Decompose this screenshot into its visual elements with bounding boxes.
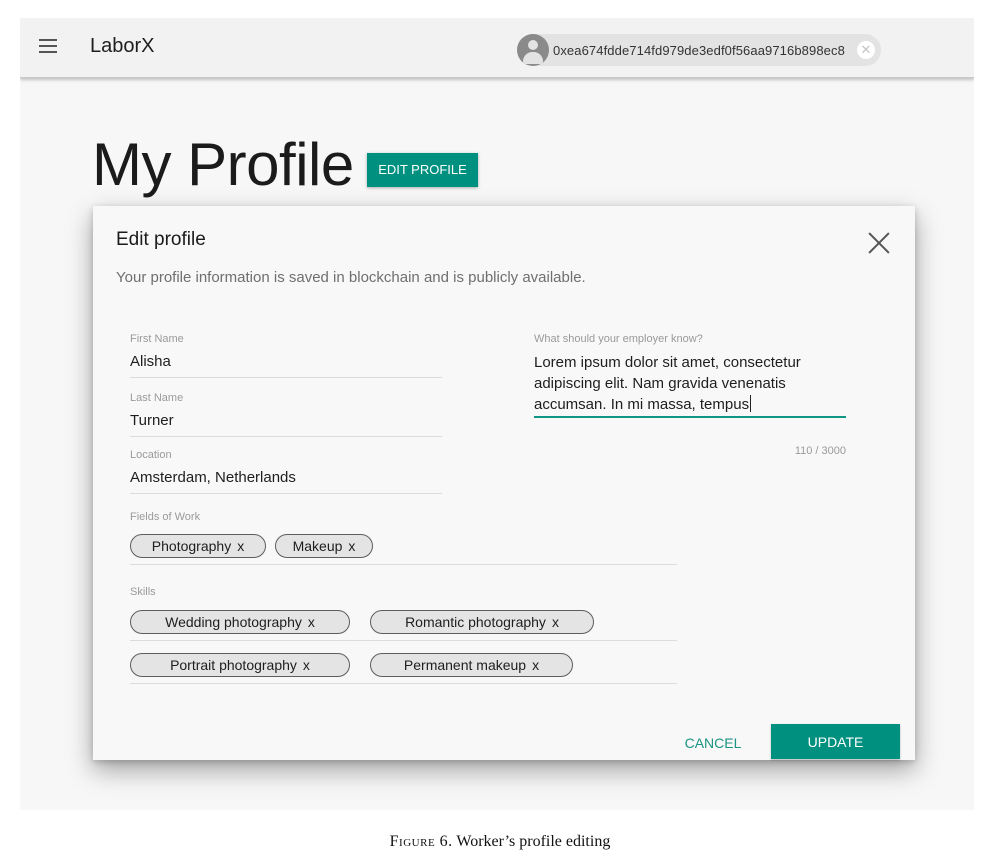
figure-label: Figure 6. [389,833,453,850]
skill-chip[interactable]: Romantic photography x [370,610,594,634]
character-counter: 110 / 3000 [794,445,846,457]
chip-label: Permanent makeup [403,657,527,673]
skill-chip[interactable]: Permanent makeup x [370,653,573,677]
chip-remove-icon[interactable]: x [308,614,315,630]
first-name-underline [130,377,442,378]
first-name-field[interactable] [130,353,440,370]
chip-label: Romantic photography [405,614,546,630]
about-text: Lorem ipsum dolor sit amet, consectetur … [534,354,801,413]
app-window: LaborX 0xea674fdde714fd979de3edf0f56aa97… [20,18,974,810]
chip-remove-icon[interactable]: x [348,538,355,554]
skills-row-divider [130,640,677,641]
close-icon[interactable] [867,231,891,255]
edit-profile-button[interactable]: EDIT PROFILE [367,153,478,187]
edit-profile-dialog: Edit profile Your profile information is… [93,206,915,760]
skills-underline [130,683,677,684]
chip-remove-icon[interactable]: x [552,614,559,630]
app-bar: LaborX 0xea674fdde714fd979de3edf0f56aa97… [20,18,974,78]
field-of-work-chip[interactable]: Photography x [130,534,266,558]
chip-label: Makeup [292,538,343,554]
skill-chip[interactable]: Portrait photography x [130,653,350,677]
about-textarea[interactable]: Lorem ipsum dolor sit amet, consectetur … [534,352,834,415]
last-name-label: Last Name [130,392,184,404]
chip-remove-icon[interactable]: x [532,657,539,673]
app-title: LaborX [90,35,155,57]
chip-remove-icon[interactable]: x [303,657,310,673]
last-name-field[interactable] [130,412,440,429]
fields-of-work-label: Fields of Work [130,511,201,523]
dialog-subtitle: Your profile information is saved in blo… [116,269,586,286]
last-name-underline [130,436,442,437]
fields-of-work-underline [130,564,677,565]
page-title: My Profile [92,131,354,198]
location-underline [130,493,442,494]
caption-text: Worker’s profile editing [456,833,611,850]
account-address-chip[interactable]: 0xea674fdde714fd979de3edf0f56aa9716b898e… [517,34,881,66]
chip-label: Wedding photography [165,614,302,630]
text-caret [750,395,752,412]
location-label: Location [130,449,172,461]
dialog-title: Edit profile [116,229,206,250]
chip-remove-icon[interactable]: x [237,538,244,554]
about-underline-active [534,416,846,418]
skills-label: Skills [130,586,156,598]
skill-chip[interactable]: Wedding photography x [130,610,350,634]
chip-label: Portrait photography [170,657,297,673]
field-of-work-chip[interactable]: Makeup x [275,534,373,558]
about-label: What should your employer know? [534,333,703,345]
update-button[interactable]: UPDATE [771,724,900,759]
cancel-button[interactable]: CANCEL [678,726,748,760]
first-name-label: First Name [130,333,184,345]
hamburger-menu-icon[interactable] [39,39,57,54]
figure-caption: Figure 6. Worker’s profile editing [0,833,1000,851]
account-address: 0xea674fdde714fd979de3edf0f56aa9716b898e… [553,42,845,58]
close-icon[interactable]: ✕ [857,41,875,59]
location-field[interactable] [130,469,440,486]
chip-label: Photography [151,538,232,554]
account-circle-icon [517,34,549,66]
